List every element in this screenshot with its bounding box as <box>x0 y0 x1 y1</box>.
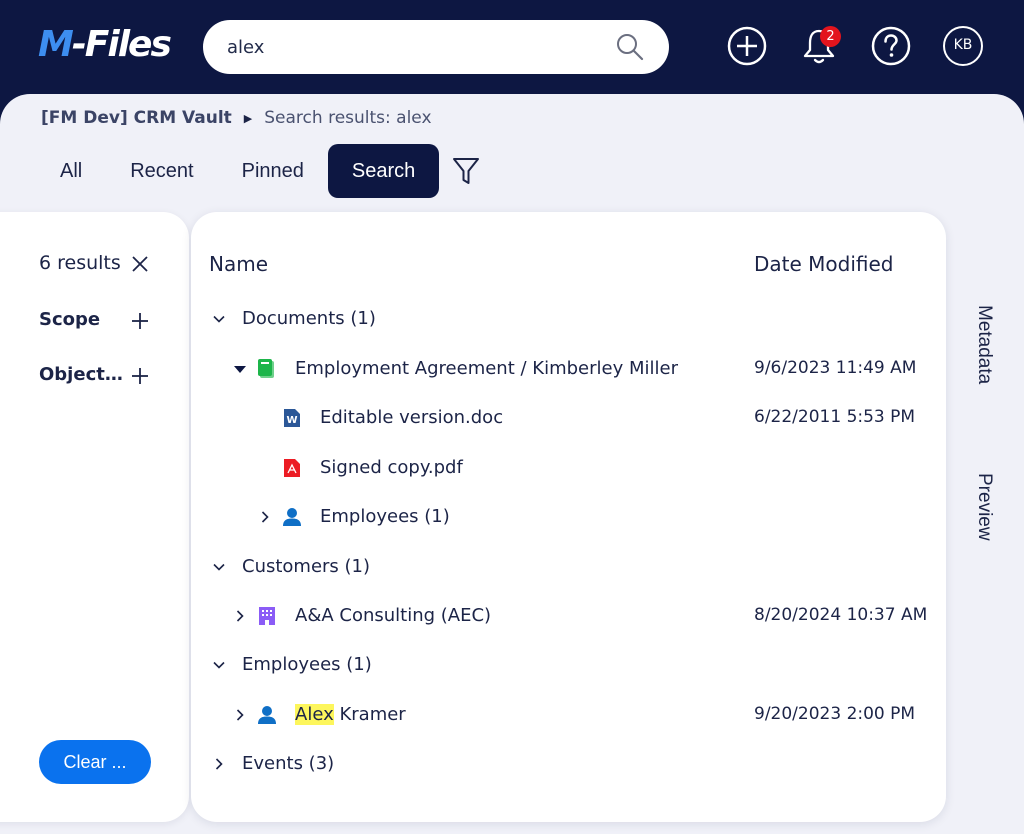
filter-icon[interactable] <box>451 155 481 187</box>
relation-label: Employees (1) <box>320 506 450 527</box>
top-bar: M-Files 2 KB <box>0 0 1024 96</box>
group-row-customers[interactable]: Customers (1) <box>191 544 946 590</box>
group-row-documents[interactable]: Documents (1) <box>191 296 946 342</box>
chevron-right-icon[interactable] <box>232 608 248 624</box>
person-icon <box>258 706 276 724</box>
chevron-right-icon[interactable] <box>211 756 227 772</box>
filter-object-label[interactable]: Object… <box>39 364 123 385</box>
item-name: Editable version.doc <box>320 407 504 428</box>
help-icon[interactable] <box>870 25 912 67</box>
breadcrumb-separator-icon: ▶ <box>243 111 253 125</box>
results-list: Name Date Modified Documents (1) Employm… <box>191 212 946 822</box>
item-date: 6/22/2011 5:53 PM <box>754 407 916 427</box>
tab-all[interactable]: All <box>36 144 106 198</box>
breadcrumb-vault[interactable]: [FM Dev] CRM Vault <box>41 108 232 128</box>
m-files-logo[interactable]: M-Files <box>38 24 172 65</box>
plus-circle-icon[interactable] <box>726 25 768 67</box>
group-label: Documents (1) <box>242 308 376 329</box>
item-date: 9/20/2023 2:00 PM <box>754 704 916 724</box>
user-avatar[interactable]: KB <box>943 26 983 66</box>
plus-icon[interactable] <box>130 366 150 386</box>
column-header-name[interactable]: Name <box>209 252 268 276</box>
word-file-icon: W <box>284 409 300 427</box>
chevron-right-icon[interactable] <box>232 707 248 723</box>
building-icon <box>259 607 275 625</box>
chevron-down-icon[interactable] <box>211 559 227 575</box>
list-item[interactable]: Employment Agreement / Kimberley Miller … <box>191 346 946 392</box>
search-box <box>203 20 669 74</box>
item-date: 9/6/2023 11:49 AM <box>754 358 917 378</box>
document-collection-icon <box>258 359 274 378</box>
list-item[interactable]: W Editable version.doc 6/22/2011 5:53 PM <box>191 395 946 441</box>
column-header-date-modified[interactable]: Date Modified <box>754 252 894 276</box>
item-date: 8/20/2024 10:37 AM <box>754 605 928 625</box>
list-item[interactable]: Signed copy.pdf <box>191 445 946 491</box>
tab-preview[interactable]: Preview <box>962 452 1006 562</box>
tab-pinned[interactable]: Pinned <box>218 144 328 198</box>
view-tabs: All Recent Pinned Search <box>36 144 481 198</box>
chevron-down-icon[interactable] <box>211 657 227 673</box>
filter-scope-label[interactable]: Scope <box>39 309 100 330</box>
list-item[interactable]: Alex Kramer 9/20/2023 2:00 PM <box>191 692 946 738</box>
svg-text:W: W <box>286 415 297 426</box>
breadcrumb: [FM Dev] CRM Vault ▶ Search results: ale… <box>41 108 432 128</box>
search-filter-panel: 6 results Scope Object… Clear ... <box>0 212 189 822</box>
search-input[interactable] <box>227 20 607 74</box>
item-name: Alex Kramer <box>295 704 406 725</box>
tab-metadata[interactable]: Metadata <box>962 280 1006 410</box>
search-icon[interactable] <box>615 32 645 62</box>
chevron-down-icon[interactable] <box>211 311 227 327</box>
pdf-file-icon <box>284 459 300 477</box>
breadcrumb-current: Search results: alex <box>264 108 432 128</box>
clear-filters-button[interactable]: Clear ... <box>39 740 151 784</box>
group-label: Employees (1) <box>242 654 372 675</box>
item-name: A&A Consulting (AEC) <box>295 605 492 626</box>
group-row-events[interactable]: Events (3) <box>191 741 946 787</box>
results-count: 6 results <box>39 252 121 274</box>
caret-down-icon[interactable] <box>232 361 248 377</box>
item-name: Signed copy.pdf <box>320 457 463 478</box>
item-name: Employment Agreement / Kimberley Miller <box>295 358 678 379</box>
close-icon[interactable] <box>130 254 150 274</box>
plus-icon[interactable] <box>130 311 150 331</box>
chevron-right-icon[interactable] <box>257 509 273 525</box>
group-row-employees[interactable]: Employees (1) <box>191 642 946 688</box>
group-label: Events (3) <box>242 753 335 774</box>
tab-recent[interactable]: Recent <box>106 144 217 198</box>
list-item[interactable]: A&A Consulting (AEC) 8/20/2024 10:37 AM <box>191 593 946 639</box>
person-icon <box>283 508 301 526</box>
relation-row-employees[interactable]: Employees (1) <box>191 494 946 540</box>
notification-badge: 2 <box>820 26 841 47</box>
tab-search[interactable]: Search <box>327 144 440 198</box>
group-label: Customers (1) <box>242 556 371 577</box>
search-highlight: Alex <box>295 704 334 725</box>
